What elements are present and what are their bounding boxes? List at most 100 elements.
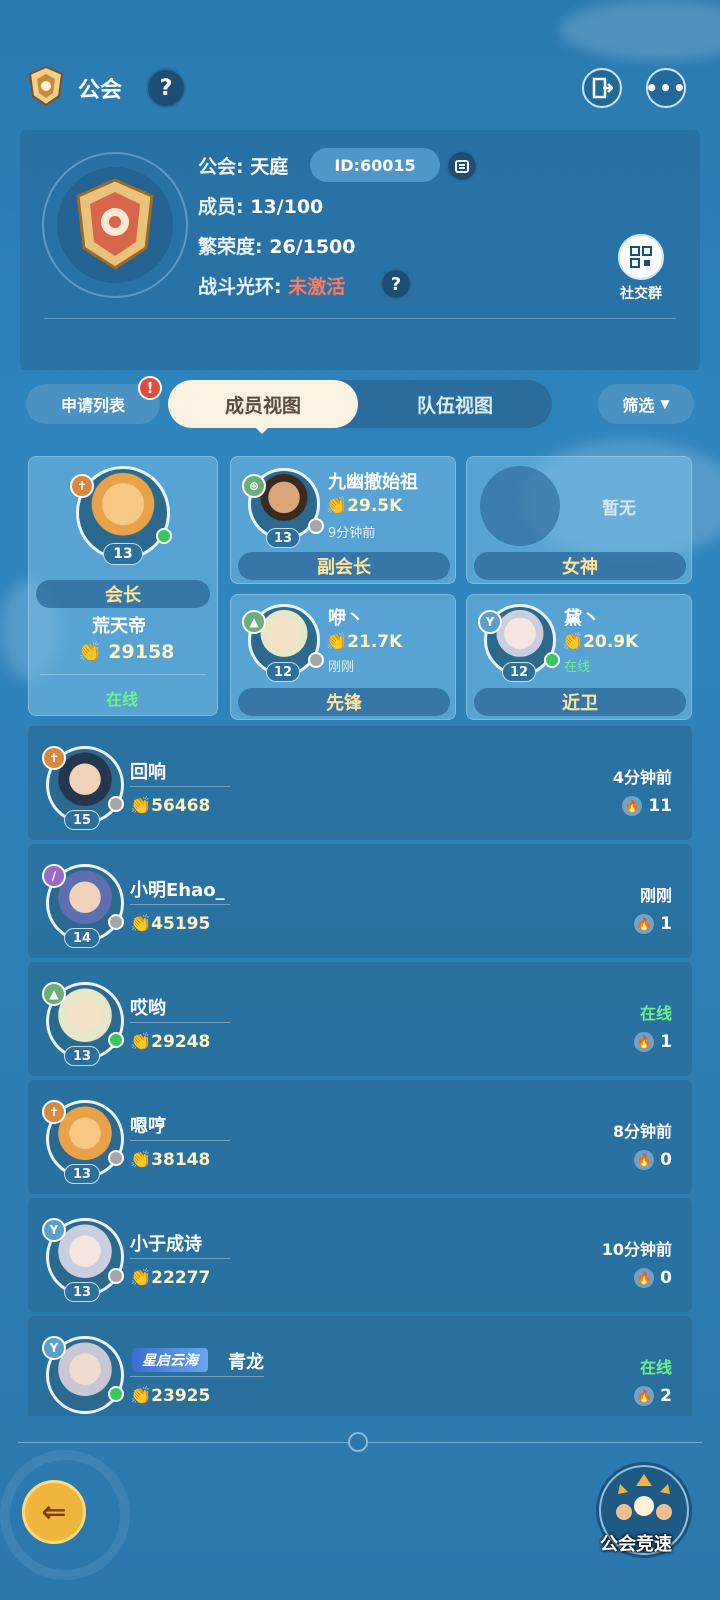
member-name: 嗯哼 [130,1116,166,1137]
guild-name: 天庭 [250,156,289,178]
list-item[interactable]: ✝ 13 嗯哼 👏38148 8分钟前 🔥 0 [28,1080,692,1194]
support-class-icon: ▲ [42,982,66,1006]
guild-badge-icon [40,150,190,300]
status-text: 在线 [106,690,139,709]
list-item[interactable]: Y 星启云海 青龙 👏23925 在线 🔥 2 [28,1316,692,1416]
triangle-down-icon: ▼ [660,397,670,411]
list-item[interactable]: ✝ 15 回响 👏56468 4分钟前 🔥 11 [28,726,692,840]
guild-race-label: 公会竞速 [600,1534,672,1555]
level-badge: 12 [502,662,536,682]
member-name: 荒天帝 [92,616,146,637]
level-badge: 13 [64,1046,100,1066]
power-value: 👏45195 [130,914,211,934]
filter-button[interactable]: 筛选 ▼ [598,384,694,424]
last-seen-text: 刚刚 [328,660,355,675]
empty-text: 暂无 [602,499,636,519]
mage-class-icon: Y [42,1218,66,1242]
power-value: 👏38148 [130,1150,211,1170]
guild-emblem-icon [24,64,68,108]
social-group-label: 社交群 [620,286,662,302]
mage-class-icon: Y [42,1336,66,1360]
offline-indicator [108,914,124,930]
role-label-goddess: 女神 [474,552,686,580]
fire-icon: 🔥 [634,914,655,934]
divider [44,318,676,319]
activity-value: 🔥 11 [622,796,672,816]
copy-icon [455,160,469,173]
social-group-button[interactable]: 社交群 [614,234,668,302]
fire-icon: 🔥 [634,1268,655,1288]
title-tag: 星启云海 [132,1348,208,1372]
exit-door-icon [592,77,613,99]
member-name: 小明Ehao_ [130,880,225,901]
question-icon: ? [390,273,402,295]
guild-name-row: 公会: 天庭 [198,156,289,178]
level-badge: 12 [266,662,300,682]
offline-indicator [108,1150,124,1166]
help-button[interactable]: ? [146,68,186,108]
last-seen-text: 刚刚 [639,886,672,905]
list-item[interactable]: / 14 小明Ehao_ 👏45195 刚刚 🔥 1 [28,844,692,958]
level-badge: 13 [266,528,300,548]
list-item[interactable]: Y 13 小于成诗 👏22277 10分钟前 🔥 0 [28,1198,692,1312]
guild-id: ID:60015 [310,148,440,182]
role-label-guard: 近卫 [474,688,686,716]
back-button[interactable]: ⇐ [22,1480,86,1544]
prosperity-row: 繁荣度: 26/1500 [198,236,356,258]
offline-indicator [308,652,324,668]
level-badge: 15 [64,810,100,830]
alert-badge-icon: ! [138,376,162,400]
fire-icon: 🔥 [634,1386,655,1406]
empty-avatar-slot [480,466,560,546]
power-value: 👏23925 [130,1386,211,1406]
more-button[interactable]: ••• [645,68,686,108]
fire-icon: 🔥 [634,1032,655,1052]
activity-value: 🔥 1 [634,914,672,934]
power-value: 👏20.9K [562,632,639,652]
assassin-class-icon: / [42,864,66,888]
ranger-class-icon: ⊕ [242,474,266,498]
warrior-class-icon: ✝ [42,1100,66,1124]
power-value: 👏21.7K [326,632,403,652]
member-name: 回响 [130,762,166,783]
offline-indicator [108,1268,124,1284]
question-icon: ? [159,75,173,101]
offline-indicator [108,796,124,812]
member-name: 小于成诗 [130,1234,202,1255]
battle-aura-row: 战斗光环: 未激活 [198,276,346,298]
copy-id-button[interactable] [446,150,478,182]
support-class-icon: ▲ [242,610,266,634]
last-seen-text: 9分钟前 [328,526,376,541]
online-indicator [108,1386,124,1402]
member-list[interactable]: ✝ 15 回响 👏56468 4分钟前 🔥 11 / 14 小明Ehao_ 👏45… [28,726,692,1416]
status-text: 在线 [639,1358,672,1377]
level-badge: 13 [64,1164,100,1184]
activity-value: 🔥 2 [634,1386,672,1406]
member-name: 咿丶 [328,608,364,629]
last-seen-text: 10分钟前 [601,1240,672,1259]
level-badge: 14 [64,928,100,948]
member-name: 青龙 [228,1352,264,1373]
role-label-vice-leader: 副会长 [238,552,450,580]
tab-team-view[interactable]: 队伍视图 [370,380,540,428]
online-indicator [544,652,560,668]
aura-help-button[interactable]: ? [380,268,412,300]
qr-code-icon [618,234,664,280]
level-badge: 13 [64,1282,100,1302]
page-title: 公会 [78,78,123,103]
list-item[interactable]: ▲ 13 哎哟 👏29248 在线 🔥 1 [28,962,692,1076]
member-name: 黛丶 [564,608,600,629]
tab-pointer [254,426,270,434]
exit-guild-button[interactable] [582,68,622,108]
tab-member-view[interactable]: 成员视图 [168,380,358,428]
power-value: 👏29.5K [326,496,403,516]
power-value: 👏56468 [130,796,211,816]
member-name: 九幽撤始祖 [328,472,418,493]
activity-value: 🔥 0 [634,1150,672,1170]
power-value: 👏22277 [130,1268,211,1288]
online-indicator [156,528,172,544]
member-name: 哎哟 [130,998,166,1019]
power-value: 👏 29158 [78,641,175,663]
members-count-row: 成员: 13/100 [198,196,324,218]
prosperity-value: 26/1500 [269,236,356,258]
